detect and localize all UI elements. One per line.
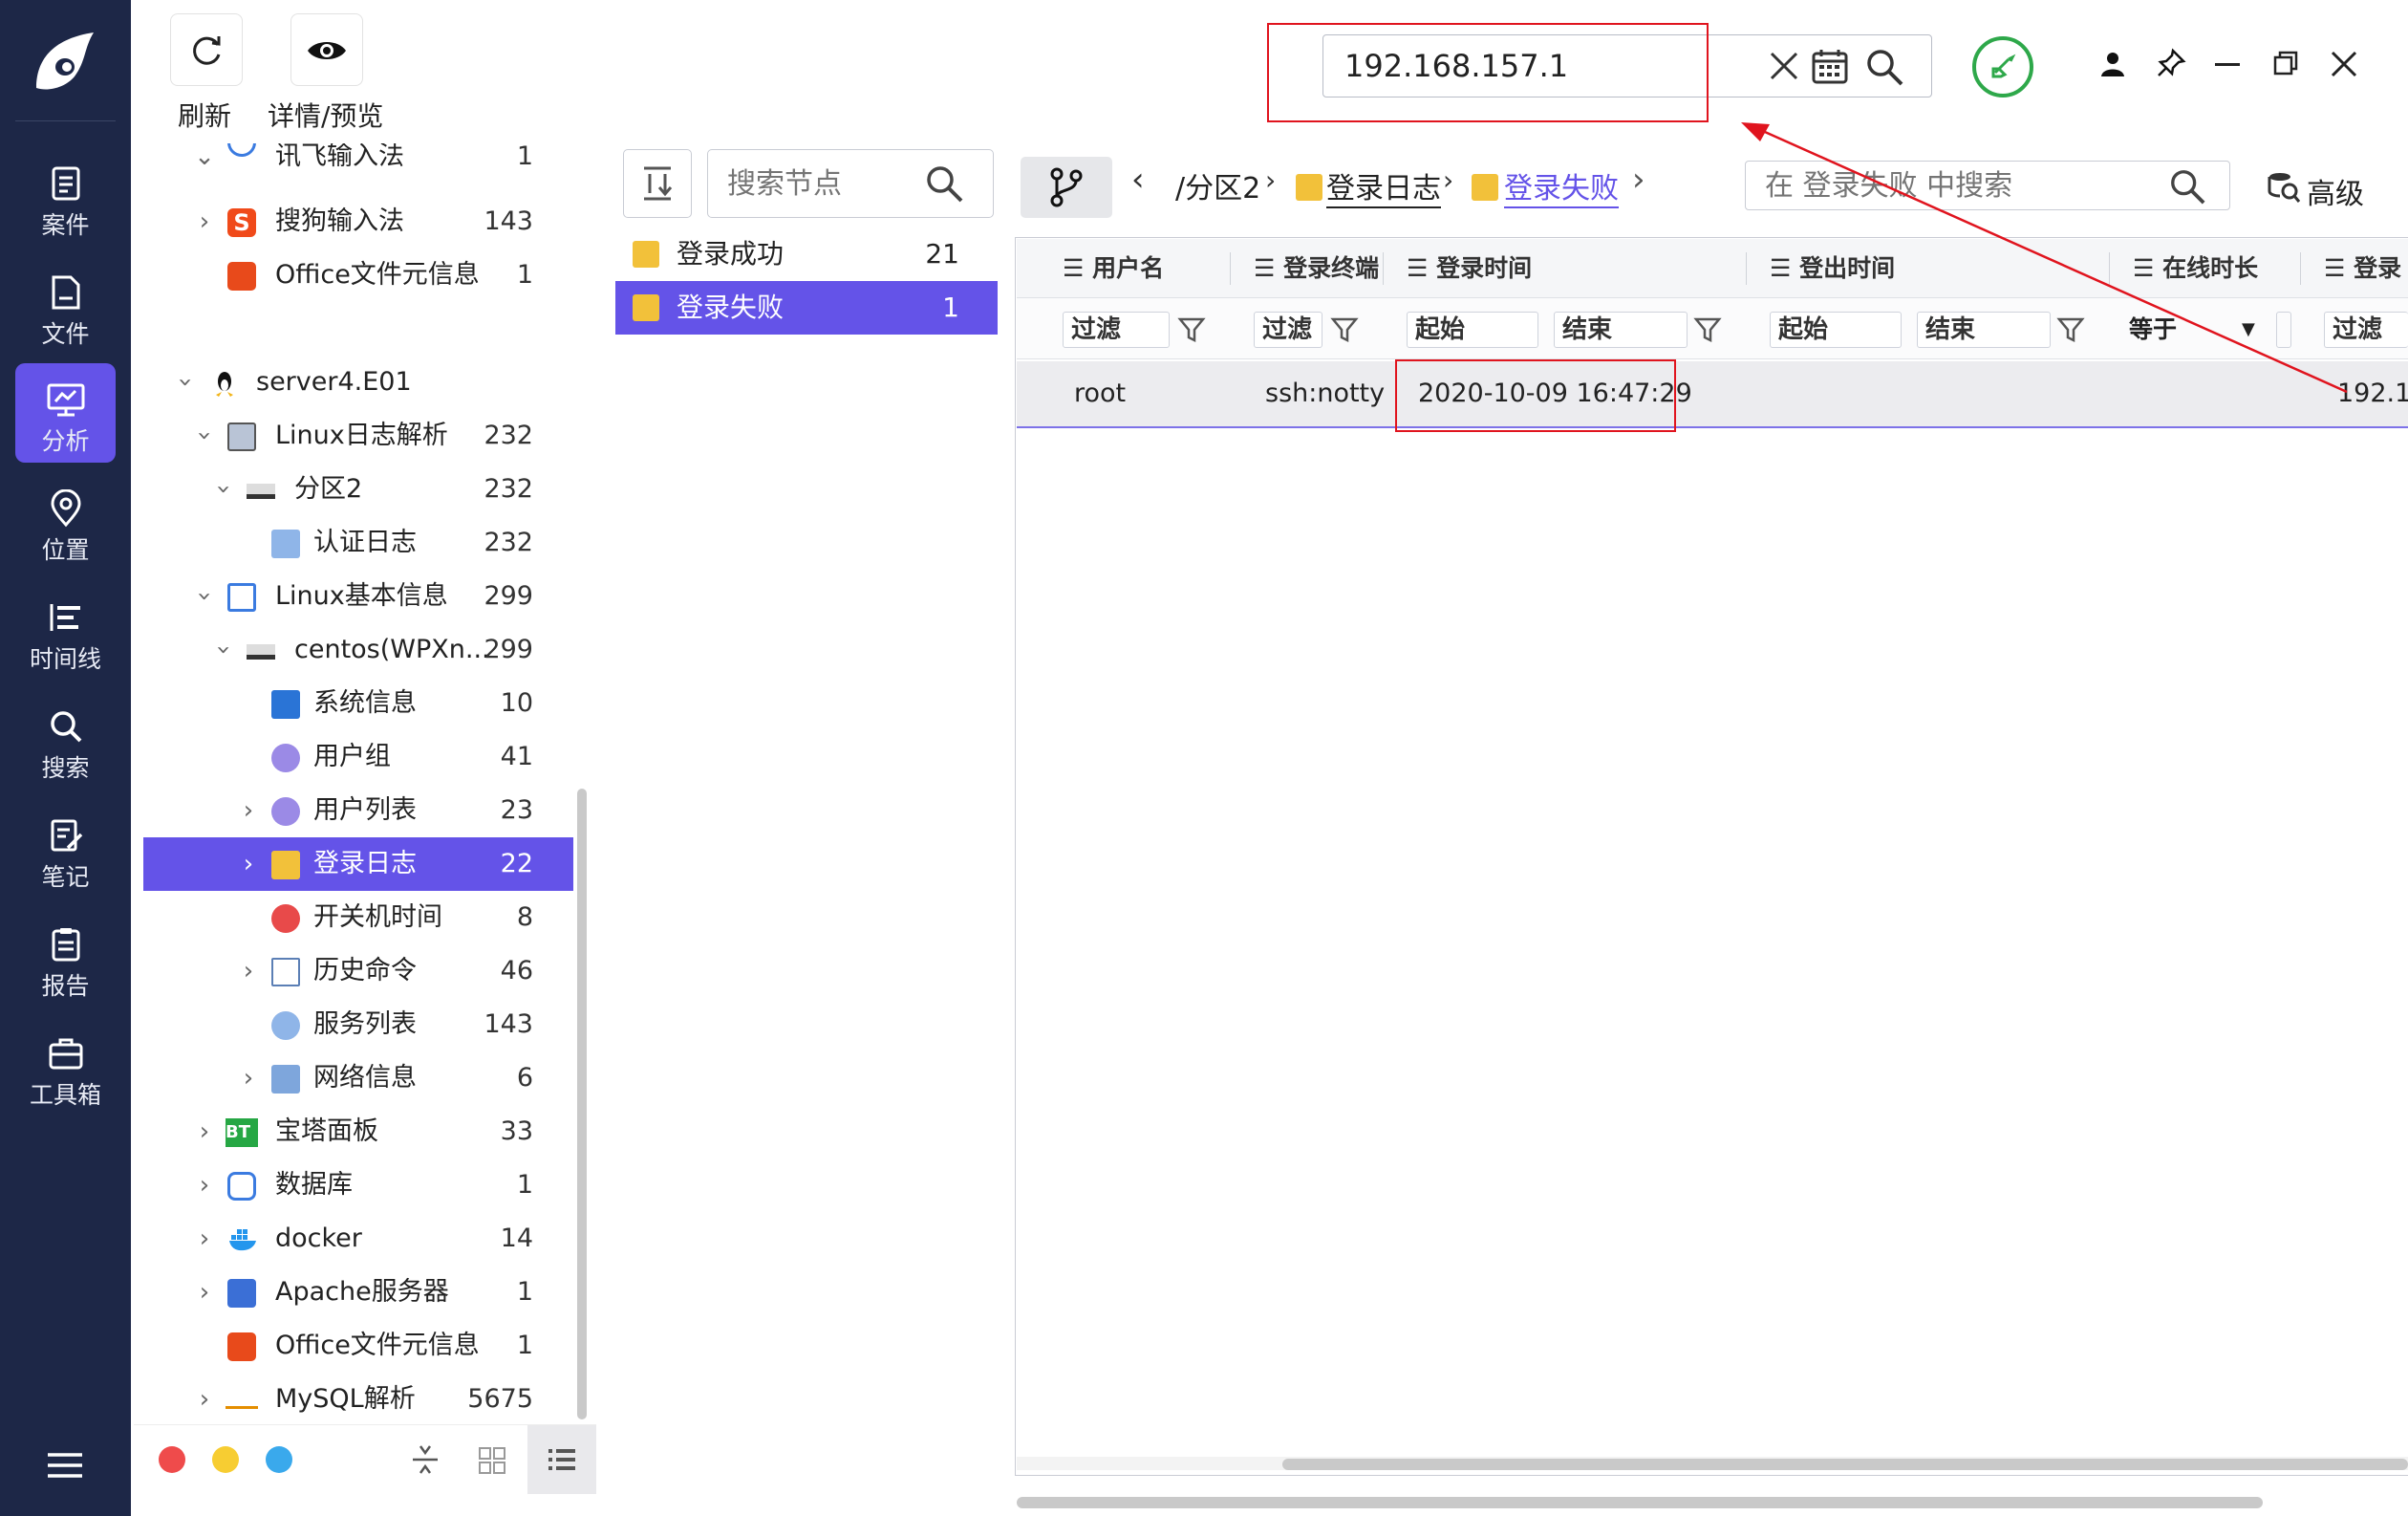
annotation-arrow — [1741, 122, 2348, 394]
